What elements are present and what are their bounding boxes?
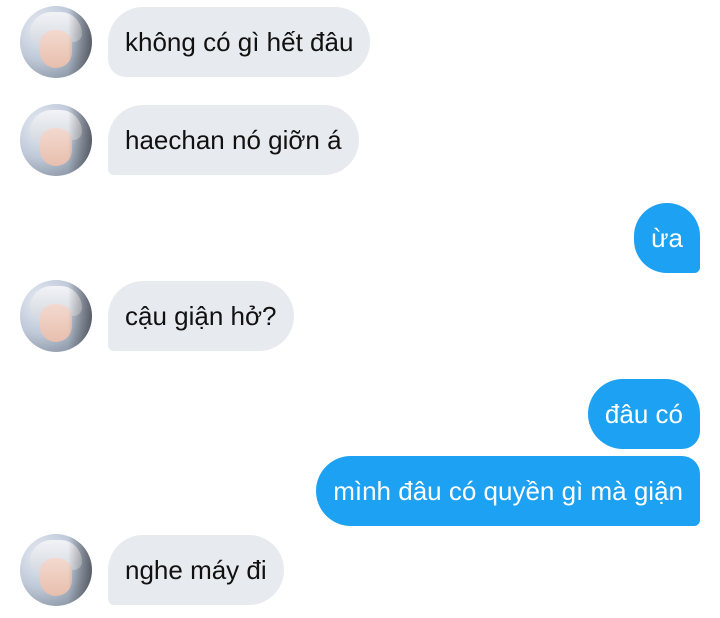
chat-thread: không có gì hết đâu haechan nó giỡn á ừa… xyxy=(0,0,720,618)
contact-avatar[interactable] xyxy=(20,280,92,352)
avatar-shade xyxy=(68,104,92,176)
message-row-incoming: không có gì hết đâu xyxy=(20,6,371,78)
message-row-outgoing: mình đâu có quyền gì mà giận xyxy=(316,456,700,526)
message-bubble-outgoing[interactable]: ừa xyxy=(634,203,700,273)
message-text: mình đâu có quyền gì mà giận xyxy=(333,476,683,506)
message-bubble-incoming[interactable]: haechan nó giỡn á xyxy=(108,105,359,175)
contact-avatar[interactable] xyxy=(20,534,92,606)
message-row-incoming: nghe máy đi xyxy=(20,534,284,606)
avatar-shade xyxy=(68,6,92,78)
message-bubble-incoming[interactable]: không có gì hết đâu xyxy=(108,7,371,77)
avatar-shade xyxy=(68,534,92,606)
message-bubble-incoming[interactable]: nghe máy đi xyxy=(108,535,284,605)
contact-avatar[interactable] xyxy=(20,6,92,78)
contact-avatar[interactable] xyxy=(20,104,92,176)
message-row-outgoing: đâu có xyxy=(587,379,700,449)
message-bubble-outgoing[interactable]: đâu có xyxy=(587,379,700,449)
message-bubble-incoming[interactable]: cậu giận hở? xyxy=(108,281,294,351)
message-text: đâu có xyxy=(604,399,683,429)
message-row-incoming: cậu giận hở? xyxy=(20,280,294,352)
message-text: không có gì hết đâu xyxy=(125,27,354,57)
avatar-shade xyxy=(68,280,92,352)
message-text: cậu giận hở? xyxy=(125,301,277,331)
message-bubble-outgoing[interactable]: mình đâu có quyền gì mà giận xyxy=(316,456,700,526)
message-text: ừa xyxy=(651,223,683,253)
message-text: nghe máy đi xyxy=(125,555,267,585)
message-text: haechan nó giỡn á xyxy=(125,125,342,155)
message-row-outgoing: ừa xyxy=(634,203,700,273)
message-row-incoming: haechan nó giỡn á xyxy=(20,104,359,176)
